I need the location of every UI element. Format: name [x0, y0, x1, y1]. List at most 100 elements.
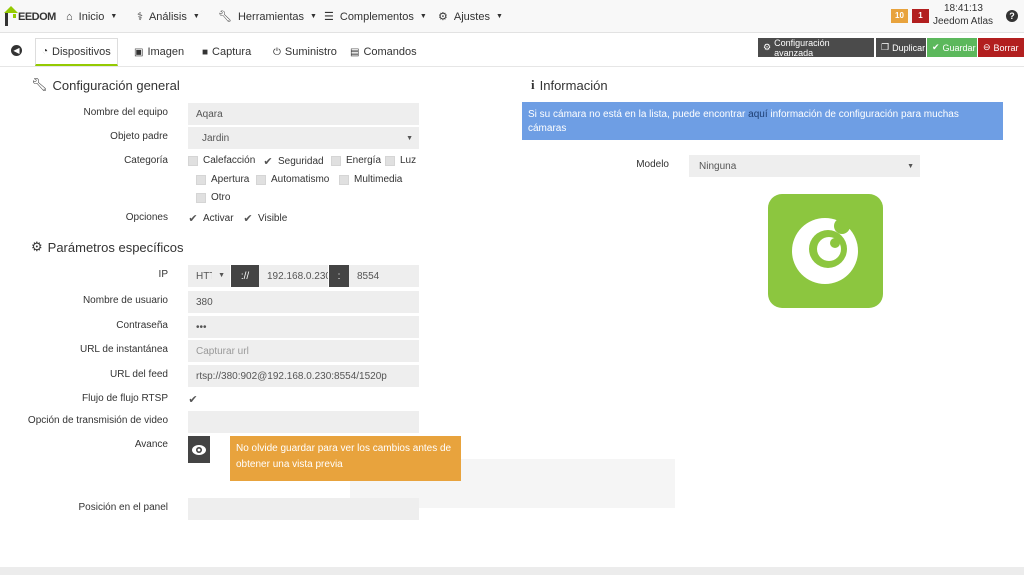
- category-energia-label: Energía: [346, 155, 382, 166]
- check-circle-icon: ✔: [932, 42, 940, 52]
- preview-notice: No olvide guardar para ver los cambios a…: [230, 436, 461, 481]
- tab-comandos[interactable]: ▤ Comandos: [344, 38, 423, 66]
- user-label: Nombre de usuario: [82, 295, 168, 306]
- duplicate-button[interactable]: ❐ Duplicar: [876, 38, 926, 57]
- eye-icon: [192, 444, 206, 455]
- tab-imagen[interactable]: ▣ Imagen: [128, 38, 190, 66]
- caret-down-icon: ▼: [419, 13, 427, 20]
- category-energia[interactable]: Energía: [331, 155, 381, 166]
- parent-select[interactable]: Jardin ▼: [188, 127, 419, 149]
- tab-imagen-label: Imagen: [147, 46, 185, 58]
- option-activar[interactable]: ✔ Activar: [188, 212, 233, 225]
- tab-captura[interactable]: ■ Captura: [196, 38, 257, 66]
- model-label: Modelo: [636, 159, 669, 170]
- jeedom-logo[interactable]: EEDOM: [4, 4, 56, 28]
- advanced-config-label: Configuración avanzada: [774, 37, 830, 58]
- checkbox: [196, 174, 206, 185]
- name-label: Nombre del equipo: [83, 107, 169, 118]
- password-label: Contraseña: [116, 320, 168, 331]
- gears-icon: ⚙: [438, 11, 448, 23]
- delete-button[interactable]: ⊖ Borrar: [978, 38, 1024, 57]
- general-config-title-text: Configuración general: [52, 77, 180, 93]
- menu-ajustes-label: Ajustes: [453, 10, 490, 23]
- home-icon: ⌂: [66, 10, 73, 23]
- info-title-text: Información: [539, 77, 608, 93]
- snapshot-url-input[interactable]: Capturar url: [188, 340, 419, 362]
- parent-select-value: Jardin: [202, 132, 230, 144]
- protocol-select[interactable]: HTTP ▼: [188, 265, 230, 287]
- category-automatismo[interactable]: Automatismo: [256, 174, 329, 185]
- stethoscope-icon: ⚕: [137, 11, 143, 23]
- category-luz[interactable]: Luz: [385, 155, 416, 166]
- category-otro[interactable]: Otro: [196, 192, 230, 203]
- option-visible-label: Visible: [258, 213, 288, 224]
- video-option-label: Opción de transmisión de video: [27, 415, 168, 426]
- preview-eye-button[interactable]: [188, 436, 210, 463]
- rtsp-checkbox[interactable]: ✔: [188, 393, 198, 406]
- protocol-separator: ://: [231, 265, 259, 287]
- menu-herramientas-label: Herramientas: [237, 10, 304, 23]
- user-name[interactable]: Jeedom Atlas: [933, 16, 993, 27]
- check-icon: ✔: [263, 156, 273, 168]
- list-alt-icon: ▤: [350, 46, 360, 58]
- video-option-input[interactable]: [188, 411, 419, 433]
- menu-inicio[interactable]: ⌂ Inicio ▼: [66, 0, 117, 33]
- top-navbar: EEDOM ⌂ Inicio ▼ ⚕ Análisis ▼ 🔧︎ Herrami…: [0, 0, 1024, 33]
- category-label: Categoría: [124, 155, 168, 166]
- preview-label: Avance: [134, 439, 168, 450]
- model-select-value: Ninguna: [699, 160, 737, 172]
- warning-badge[interactable]: 10: [891, 9, 908, 23]
- menu-herramientas[interactable]: 🔧︎ Herramientas ▼: [218, 0, 317, 33]
- category-calefaccion[interactable]: Calefacción: [188, 155, 255, 166]
- user-input[interactable]: 380: [188, 291, 419, 313]
- ip-input[interactable]: 192.168.0.230: [259, 265, 328, 287]
- category-apertura[interactable]: Apertura: [196, 174, 249, 185]
- caret-down-icon: ▼: [310, 13, 317, 20]
- cogs-icon: ⚙: [763, 42, 772, 52]
- model-select[interactable]: Ninguna ▼: [689, 155, 920, 177]
- category-seguridad[interactable]: ✔ Seguridad: [263, 155, 324, 168]
- port-input[interactable]: 8554: [349, 265, 419, 287]
- caret-down-icon: ▼: [192, 13, 200, 20]
- checkbox: [331, 155, 341, 166]
- save-button[interactable]: ✔ Guardar: [927, 38, 977, 57]
- tab-suministro-label: Suministro: [284, 46, 337, 58]
- parent-label: Objeto padre: [110, 131, 168, 142]
- info-message-start: Si su cámara no está en la lista, puede …: [528, 109, 749, 120]
- checkbox: [339, 174, 349, 185]
- menu-complementos-label: Complementos: [339, 10, 414, 23]
- category-otro-label: Otro: [211, 192, 231, 203]
- wrench-icon: 🔧︎: [31, 77, 48, 92]
- category-calefaccion-label: Calefacción: [203, 155, 256, 166]
- info-title: i Información: [531, 77, 608, 93]
- info-alert: Si su cámara no está en la lista, puede …: [522, 102, 1003, 140]
- help-icon[interactable]: ?: [1006, 10, 1018, 22]
- house-logo-icon: [4, 6, 18, 26]
- tab-suministro[interactable]: ⏻ Suministro: [267, 38, 343, 66]
- panel-position-input[interactable]: [188, 498, 419, 520]
- menu-analisis[interactable]: ⚕ Análisis ▼: [137, 0, 200, 33]
- tab-comandos-label: Comandos: [363, 46, 417, 58]
- checkbox: [256, 174, 266, 185]
- ip-label: IP: [158, 269, 168, 280]
- menu-ajustes[interactable]: ⚙ Ajustes ▼: [438, 0, 503, 33]
- option-visible[interactable]: ✔ Visible: [243, 212, 287, 225]
- feed-url-input[interactable]: rtsp://380:902@192.168.0.230:8554/1520p: [188, 365, 419, 387]
- tab-captura-label: Captura: [212, 46, 252, 58]
- category-seguridad-label: Seguridad: [278, 156, 324, 167]
- name-input[interactable]: Aqara: [188, 103, 419, 125]
- danger-badge[interactable]: 1: [912, 9, 929, 23]
- port-separator: :: [329, 265, 349, 287]
- tab-dispositivos[interactable]: ◔ Dispositivos: [35, 38, 118, 66]
- back-arrow-icon[interactable]: ◀: [11, 45, 22, 56]
- category-multimedia[interactable]: Multimedia: [339, 174, 402, 185]
- category-apertura-label: Apertura: [211, 174, 250, 185]
- advanced-config-button[interactable]: ⚙ Configuración avanzada: [758, 37, 874, 58]
- gauge-icon: ◔: [42, 46, 49, 57]
- info-link[interactable]: aquí: [748, 109, 767, 120]
- bottom-bar: [0, 567, 1024, 575]
- duplicate-label: Duplicar: [892, 42, 926, 53]
- password-input[interactable]: •••: [188, 316, 419, 338]
- menu-complementos[interactable]: ☰ Complementos ▼: [324, 0, 427, 33]
- minus-circle-icon: ⊖: [983, 42, 991, 52]
